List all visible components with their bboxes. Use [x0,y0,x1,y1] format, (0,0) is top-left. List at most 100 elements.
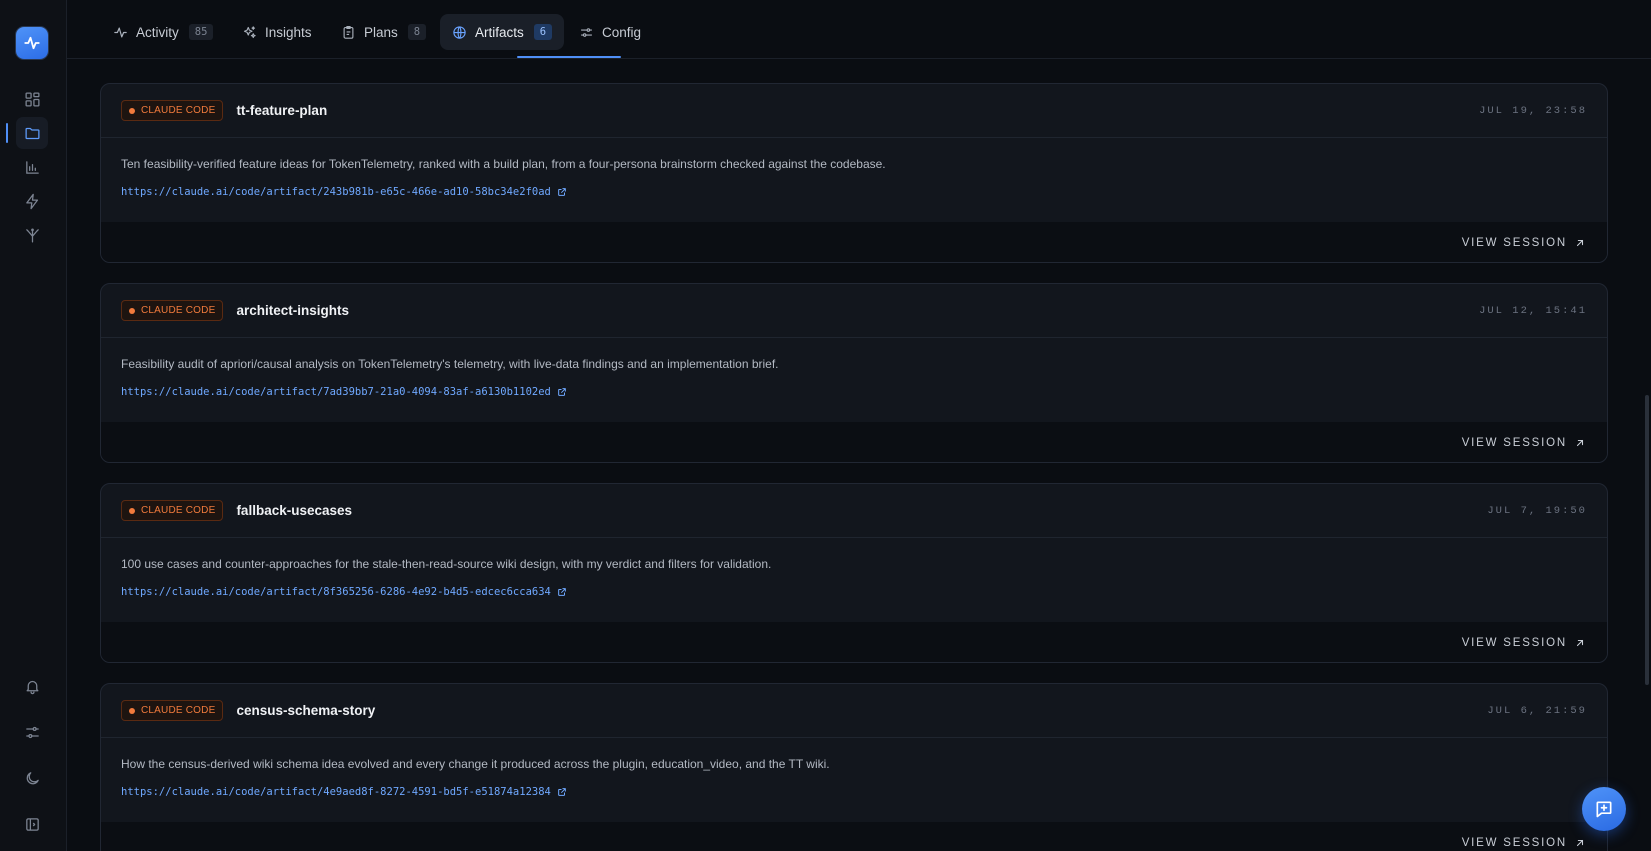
artifact-url: https://claude.ai/code/artifact/4e9aed8f… [121,786,551,798]
scrollbar-thumb[interactable] [1645,395,1649,685]
artifact-date: JUL 12, 15:41 [1479,304,1587,317]
source-badge: CLAUDE CODE [121,500,224,521]
artifact-description: How the census-derived wiki schema idea … [121,757,830,771]
artifact-title: tt-feature-plan [236,103,328,118]
sidebar-item-projects[interactable] [16,117,48,149]
artifact-date: JUL 7, 19:50 [1487,504,1587,517]
artifact-link[interactable]: https://claude.ai/code/artifact/243b981b… [121,186,567,198]
artifact-date: JUL 6, 21:59 [1487,704,1587,717]
bar-chart-icon [25,160,39,174]
tab-label: Config [602,24,642,40]
card-footer: VIEW SESSION [101,622,1607,662]
source-label: CLAUDE CODE [141,505,216,516]
view-session-button[interactable]: VIEW SESSION [1462,437,1585,449]
tab-insights[interactable]: Insights [230,14,324,50]
artifact-title: census-schema-story [236,703,376,718]
arrow-up-right-icon [1576,439,1584,447]
artifact-description: Feasibility audit of apriori/causal anal… [121,357,779,371]
artifact-card: CLAUDE CODE architect-insights JUL 12, 1… [100,283,1608,463]
card-body: Ten feasibility-verified feature ideas f… [101,138,1607,222]
arrow-up-right-icon [1576,639,1584,647]
sliders-icon [580,27,593,37]
status-dot [129,707,135,714]
sliders-icon [25,726,39,738]
sidebar-item-actions[interactable] [16,185,48,217]
source-label: CLAUDE CODE [141,305,216,316]
external-link-icon [558,788,566,796]
sidebar-collapse-button[interactable] [16,808,48,840]
card-body: How the census-derived wiki schema idea … [101,738,1607,822]
artifact-title: fallback-usecases [236,503,353,518]
artifact-url: https://claude.ai/code/artifact/243b981b… [121,186,551,198]
arrow-up-right-icon [1576,239,1584,247]
activity-icon [114,27,127,37]
card-body: 100 use cases and counter-approaches for… [101,538,1607,622]
arrow-up-right-icon [1576,839,1584,847]
status-dot [129,507,135,514]
tab-label: Plans [364,24,398,40]
external-link-icon [558,588,566,596]
card-header: CLAUDE CODE census-schema-story JUL 6, 2… [101,684,1607,738]
tab-plans[interactable]: Plans 8 [329,14,438,50]
artifact-card: CLAUDE CODE tt-feature-plan JUL 19, 23:5… [100,83,1608,263]
artifact-date: JUL 19, 23:58 [1479,104,1587,117]
bell-icon [26,680,38,694]
sidebar-collapse-icon [25,817,39,831]
status-dot [129,307,135,314]
sidebar-item-notifications[interactable] [16,670,48,702]
tab-count-badge: 8 [407,24,427,40]
status-dot [129,107,135,114]
tab-count-badge: 85 [188,24,214,40]
sidebar [0,0,67,851]
card-header: CLAUDE CODE fallback-usecases JUL 7, 19:… [101,484,1607,538]
card-footer: VIEW SESSION [101,822,1607,851]
artifact-description: Ten feasibility-verified feature ideas f… [121,157,886,171]
sidebar-item-theme[interactable] [16,762,48,794]
external-link-icon [558,388,566,396]
source-label: CLAUDE CODE [141,105,216,116]
view-session-button[interactable]: VIEW SESSION [1462,637,1585,649]
folder-icon [24,127,40,139]
artifact-card: CLAUDE CODE census-schema-story JUL 6, 2… [100,683,1608,851]
sidebar-item-settings[interactable] [16,716,48,748]
card-footer: VIEW SESSION [101,422,1607,462]
app-logo[interactable] [16,27,48,59]
tab-label: Activity [136,24,179,40]
view-session-label: VIEW SESSION [1461,237,1567,249]
new-chat-button[interactable] [1582,787,1626,831]
card-header: CLAUDE CODE architect-insights JUL 12, 1… [101,284,1607,338]
tab-artifacts[interactable]: Artifacts 6 [440,14,565,50]
sparkles-icon [243,25,256,38]
view-session-button[interactable]: VIEW SESSION [1462,837,1585,849]
fork-icon [25,227,39,243]
view-session-label: VIEW SESSION [1461,437,1567,449]
tab-config[interactable]: Config [567,14,653,50]
grid-icon [24,91,40,107]
external-link-icon [558,188,566,196]
artifact-link[interactable]: https://claude.ai/code/artifact/7ad39bb7… [121,386,567,398]
card-footer: VIEW SESSION [101,222,1607,262]
artifact-link[interactable]: https://claude.ai/code/artifact/4e9aed8f… [121,786,567,798]
clipboard-icon [343,25,354,39]
sidebar-item-integrations[interactable] [16,219,48,251]
tab-label: Insights [265,24,312,40]
active-tab-underline [517,56,621,58]
sidebar-item-dashboard[interactable] [16,83,48,115]
bolt-icon [25,193,38,209]
artifact-url: https://claude.ai/code/artifact/7ad39bb7… [121,386,551,398]
artifact-title: architect-insights [236,303,349,318]
sidebar-item-analytics[interactable] [16,151,48,183]
tab-activity[interactable]: Activity 85 [101,14,225,50]
tab-bar: Activity 85 Insights Plans 8 Artifacts 6… [67,0,1651,59]
view-session-label: VIEW SESSION [1461,637,1567,649]
tab-label: Artifacts [475,24,524,40]
pulse-icon [24,36,40,50]
tab-count-badge: 6 [533,24,553,40]
artifact-link[interactable]: https://claude.ai/code/artifact/8f365256… [121,586,567,598]
message-plus-icon [1596,801,1612,818]
view-session-button[interactable]: VIEW SESSION [1462,237,1585,249]
sidebar-active-indicator [6,123,8,143]
card-body: Feasibility audit of apriori/causal anal… [101,338,1607,422]
view-session-label: VIEW SESSION [1461,837,1567,849]
card-header: CLAUDE CODE tt-feature-plan JUL 19, 23:5… [101,84,1607,138]
